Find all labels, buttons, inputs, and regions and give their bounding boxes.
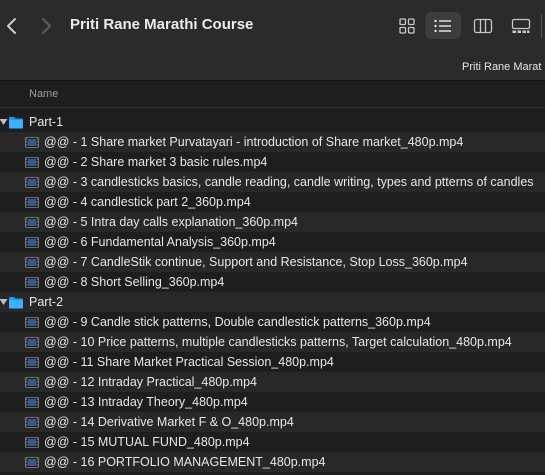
file-row[interactable]: @@ - 11 Share Market Practical Session_4… [0,352,545,372]
file-row[interactable]: @@ - 4 candlestick part 2_360p.mp4 [0,192,545,212]
window-title: Priti Rane Marathi Course [70,16,254,33]
movie-file-icon [25,357,39,368]
file-row[interactable]: @@ - 15 MUTUAL FUND_480p.mp4 [0,432,545,452]
file-name: @@ - 10 Price patterns, multiple candles… [44,335,512,349]
path-bar-label[interactable]: Priti Rane Marat [462,61,541,73]
folder-icon [9,297,23,309]
movie-file-icon [25,217,39,228]
file-row[interactable]: @@ - 10 Price patterns, multiple candles… [0,332,545,352]
folder-icon [9,117,23,129]
file-row[interactable]: @@ - 12 Intraday Practical_480p.mp4 [0,372,545,392]
file-name: @@ - 16 PORTFOLIO MANAGEMENT_480p.mp4 [44,455,326,469]
file-list: Part-1 @@ - 1 Share market Purvatayari - … [0,112,545,472]
movie-file-icon [25,437,39,448]
movie-file-icon [25,237,39,248]
movie-file-icon [25,377,39,388]
forward-button[interactable] [38,14,54,38]
movie-file-icon [25,177,39,188]
disclosure-triangle-icon[interactable] [0,298,8,306]
icon-view-icon [399,17,415,34]
gallery-view-button[interactable] [503,12,539,39]
movie-file-icon [25,417,39,428]
folder-name: Part-1 [29,115,64,129]
icon-view-button[interactable] [389,12,425,39]
file-name: @@ - 9 Candle stick patterns, Double can… [44,315,431,329]
file-row[interactable]: @@ - 6 Fundamental Analysis_360p.mp4 [0,232,545,252]
path-bar: Priti Rane Marat [0,52,545,81]
list-view-icon [434,19,451,32]
toolbar: Priti Rane Marathi Course [0,0,545,52]
movie-file-icon [25,197,39,208]
file-row[interactable]: @@ - 5 Intra day calls explanation_360p.… [0,212,545,232]
movie-file-icon [25,337,39,348]
movie-file-icon [25,397,39,408]
file-name: @@ - 11 Share Market Practical Session_4… [44,355,334,369]
movie-file-icon [25,137,39,148]
file-name: @@ - 6 Fundamental Analysis_360p.mp4 [44,235,276,249]
movie-file-icon [25,277,39,288]
movie-file-icon [25,157,39,168]
file-row[interactable]: @@ - 7 CandleStik continue, Support and … [0,252,545,272]
file-name: @@ - 8 Short Selling_360p.mp4 [44,275,225,289]
file-name: @@ - 5 Intra day calls explanation_360p.… [44,215,298,229]
folder-row[interactable]: Part-2 [0,292,545,312]
file-name: @@ - 1 Share market Purvatayari - introd… [44,135,464,149]
file-row[interactable]: @@ - 14 Derivative Market F & O_480p.mp4 [0,412,545,432]
toolbar-divider [541,14,542,38]
file-row[interactable]: @@ - 1 Share market Purvatayari - introd… [0,132,545,152]
movie-file-icon [25,257,39,268]
file-row[interactable]: @@ - 13 Intraday Theory_480p.mp4 [0,392,545,412]
folder-name: Part-2 [29,295,64,309]
disclosure-triangle-icon[interactable] [0,118,8,126]
file-name: @@ - 13 Intraday Theory_480p.mp4 [44,395,248,409]
file-name: @@ - 7 CandleStik continue, Support and … [44,255,468,269]
file-name: @@ - 4 candlestick part 2_360p.mp4 [44,195,251,209]
back-button[interactable] [4,14,20,38]
column-header-name[interactable]: Name [29,88,58,100]
file-row[interactable]: @@ - 16 PORTFOLIO MANAGEMENT_480p.mp4 [0,452,545,472]
file-row[interactable]: @@ - 3 candlesticks basics, candle readi… [0,172,545,192]
file-row[interactable]: @@ - 2 Share market 3 basic rules.mp4 [0,152,545,172]
column-header: Name [0,81,545,108]
list-view-button[interactable] [425,12,461,39]
column-view-icon [473,18,493,33]
file-name: @@ - 15 MUTUAL FUND_480p.mp4 [44,435,250,449]
file-name: @@ - 2 Share market 3 basic rules.mp4 [44,155,268,169]
back-chevron-icon [7,18,16,34]
forward-chevron-icon [42,18,51,34]
file-name: @@ - 14 Derivative Market F & O_480p.mp4 [44,415,294,429]
file-name: @@ - 12 Intraday Practical_480p.mp4 [44,375,257,389]
folder-row[interactable]: Part-1 [0,112,545,132]
gallery-view-icon [511,18,531,33]
file-row[interactable]: @@ - 9 Candle stick patterns, Double can… [0,312,545,332]
column-view-button[interactable] [465,12,501,39]
file-name: @@ - 3 candlesticks basics, candle readi… [44,175,534,189]
movie-file-icon [25,457,39,468]
movie-file-icon [25,317,39,328]
file-row[interactable]: @@ - 8 Short Selling_360p.mp4 [0,272,545,292]
